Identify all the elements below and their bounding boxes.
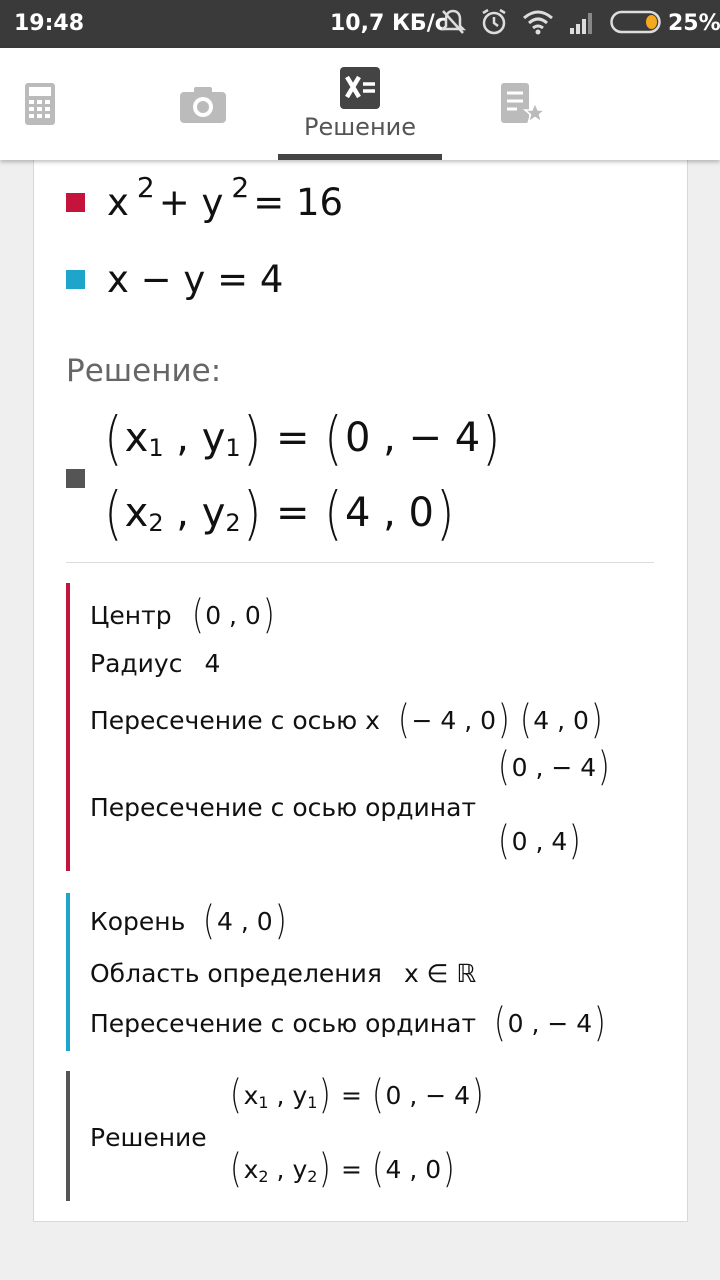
favorites-icon: [501, 83, 547, 124]
solution-card: x 2 + y 2 = 16 x − y = 4 Решение: (x 1 , y 1) …: [33, 150, 688, 1222]
solution-heading: Решение:: [66, 353, 222, 389]
solution-1: (x 1 , y 1) = (0 , − 4): [104, 404, 501, 472]
alarm-icon: [482, 8, 506, 35]
tab-calculator[interactable]: [0, 48, 80, 160]
signal-icon: [570, 13, 592, 34]
tab-solution-label: Решение: [303, 113, 417, 141]
center-value: (0 , 0): [191, 592, 275, 638]
x-intercept-row: Пересечение с осью x (− 4 , 0) (4 , 0): [90, 697, 603, 743]
equation-1: x 2 + y 2 = 16: [107, 171, 344, 224]
line-properties: Корень (4 , 0) Область определения x ∈ ℝ…: [66, 893, 666, 1051]
circle-section-bar: [66, 583, 70, 871]
battery-percent: 25%: [668, 11, 720, 36]
battery-icon: [610, 10, 661, 34]
solution-2: (x 2 , y 2) = (4 , 0): [104, 479, 455, 547]
line-color-marker: [66, 270, 85, 289]
equation-row-1: x 2 + y 2 = 16: [66, 171, 344, 224]
y-intercept-value-2: (0 , 4): [497, 818, 581, 864]
divider: [66, 562, 654, 563]
domain-value: x ∈ ℝ: [403, 959, 477, 988]
solution-row-1: (x 1 , y 1) = (0 , − 4): [229, 1072, 484, 1118]
circle-color-marker: [66, 193, 85, 212]
solution-color-marker: [66, 469, 85, 488]
active-tab-indicator: [278, 154, 442, 160]
line-section-bar: [66, 893, 70, 1051]
calculator-icon: [25, 83, 55, 125]
mute-icon: [440, 9, 466, 34]
center-row: Центр (0 , 0): [90, 592, 275, 638]
solution-label: Решение: [90, 1123, 207, 1152]
circle-properties: Центр (0 , 0) Радиус 4 Пересечение с ось…: [66, 583, 666, 871]
solution-icon: [340, 67, 380, 109]
x-intercept-value-1: (− 4 , 0): [397, 697, 510, 743]
tab-favorites[interactable]: [480, 48, 566, 160]
solution-section-bar: [66, 1071, 70, 1201]
tab-solution[interactable]: Решение: [278, 48, 442, 160]
equation-2: x − y = 4: [107, 258, 284, 301]
y-intercept-value-1: (0 , − 4): [497, 744, 610, 790]
solution-row-2: (x 2 , y 2) = (4 , 0): [229, 1146, 455, 1192]
status-bar: 19:48 10,7 КБ/с 25%: [0, 0, 720, 48]
domain-row: Область определения x ∈ ℝ: [90, 959, 477, 988]
status-time: 19:48: [14, 11, 85, 36]
equation-row-2: x − y = 4: [66, 258, 283, 301]
root-value: (4 , 0): [203, 898, 287, 944]
line-y-intercept-row: Пересечение с осью ординат (0 , − 4): [90, 1000, 606, 1046]
radius-value: 4: [204, 649, 221, 678]
x-intercept-value-2: (4 , 0): [519, 697, 603, 743]
line-y-intercept-value: (0 , − 4): [493, 1000, 606, 1046]
radius-row: Радиус 4: [90, 649, 221, 678]
tab-camera[interactable]: [160, 48, 246, 160]
tab-bar: Решение: [0, 48, 720, 160]
root-row: Корень (4 , 0): [90, 898, 287, 944]
network-speed: 10,7 КБ/с: [330, 11, 448, 36]
solution-properties: Решение (x 1 , y 1) = (0 , − 4) (x 2 , y 2) …: [66, 1071, 666, 1201]
camera-icon: [180, 87, 226, 123]
wifi-icon: [523, 10, 553, 35]
y-intercept-row: Пересечение с осью ординат: [90, 793, 477, 822]
